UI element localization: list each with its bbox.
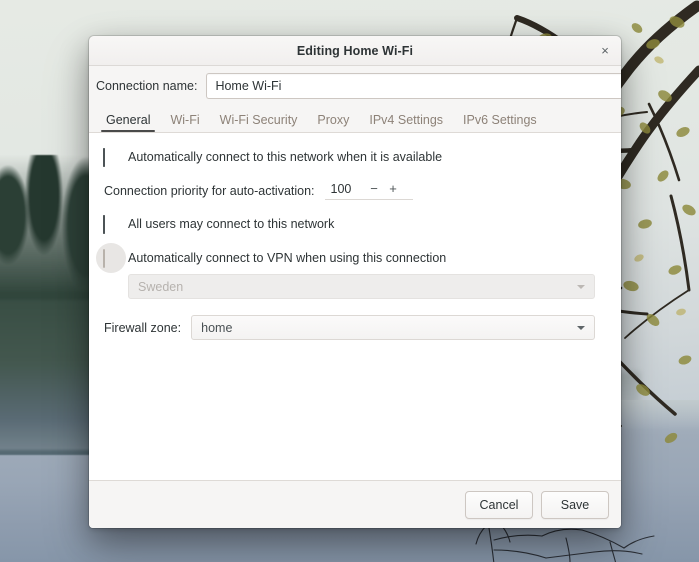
auto-connect-label: Automatically connect to this network wh…: [128, 150, 443, 164]
tab-proxy[interactable]: Proxy: [308, 110, 358, 132]
tab-wifi[interactable]: Wi-Fi: [161, 110, 208, 132]
all-users-label: All users may connect to this network: [128, 217, 335, 231]
cancel-button[interactable]: Cancel: [465, 490, 533, 519]
firewall-zone-row: Firewall zone: home: [103, 315, 607, 340]
auto-connect-checkbox[interactable]: [103, 148, 119, 167]
vpn-selector-row: Sweden: [103, 274, 607, 299]
connection-priority-stepper[interactable]: 100 − +: [324, 181, 413, 200]
connection-priority-row: Connection priority for auto-activation:…: [103, 181, 607, 200]
vpn-auto-connect-row: Automatically connect to VPN when using …: [96, 243, 607, 273]
dialog-footer: Cancel Save: [89, 480, 621, 528]
connection-priority-label: Connection priority for auto-activation:: [104, 183, 315, 198]
priority-increment-button[interactable]: +: [384, 182, 403, 196]
vpn-auto-connect-checkbox[interactable]: [96, 243, 126, 273]
firewall-zone-label: Firewall zone:: [104, 320, 182, 335]
dialog-title: Editing Home Wi-Fi: [296, 43, 414, 58]
vpn-connection-dropdown: Sweden: [128, 274, 595, 299]
empty-checkbox-icon: [103, 249, 105, 268]
settings-tabs: General Wi-Fi Wi-Fi Security Proxy IPv4 …: [89, 106, 621, 133]
chevron-down-icon: [577, 325, 585, 330]
firewall-zone-value: home: [201, 320, 233, 335]
tab-general[interactable]: General: [97, 110, 159, 132]
all-users-checkbox[interactable]: [103, 215, 119, 234]
checkmark-icon: [103, 148, 105, 167]
tab-wifi-security[interactable]: Wi-Fi Security: [211, 110, 307, 132]
connection-name-label: Connection name:: [96, 79, 198, 93]
connection-name-row: Connection name:: [89, 66, 621, 106]
tab-ipv4-settings[interactable]: IPv4 Settings: [360, 110, 452, 132]
close-icon[interactable]: ×: [595, 41, 615, 61]
dialog-titlebar: Editing Home Wi-Fi ×: [89, 36, 621, 66]
priority-decrement-button[interactable]: −: [365, 182, 384, 196]
editing-connection-dialog: Editing Home Wi-Fi × Connection name: Ge…: [89, 36, 621, 528]
vpn-auto-connect-label: Automatically connect to VPN when using …: [128, 251, 447, 265]
tab-ipv6-settings[interactable]: IPv6 Settings: [454, 110, 546, 132]
connection-priority-value[interactable]: 100: [327, 182, 365, 196]
chevron-down-icon: [577, 284, 585, 289]
general-tab-panel: Automatically connect to this network wh…: [89, 133, 621, 480]
auto-connect-row: Automatically connect to this network wh…: [103, 147, 607, 167]
vpn-connection-value: Sweden: [138, 279, 184, 294]
checkmark-icon: [103, 215, 105, 234]
all-users-row: All users may connect to this network: [103, 214, 607, 234]
save-button[interactable]: Save: [541, 490, 609, 519]
connection-name-input[interactable]: [206, 73, 621, 99]
firewall-zone-dropdown[interactable]: home: [191, 315, 595, 340]
